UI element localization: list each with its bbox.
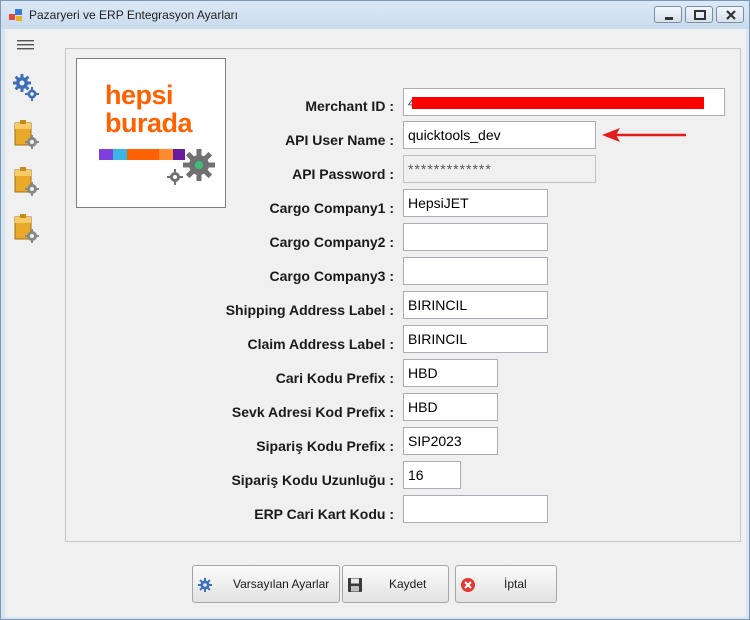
maximize-button[interactable]: [685, 6, 713, 23]
api-user-name-field[interactable]: quicktools_dev: [403, 121, 596, 149]
erp-cari-kart-kodu-label: ERP Cari Kart Kodu :: [254, 506, 394, 522]
defaults-button-label: Varsayılan Ayarlar: [233, 577, 330, 591]
merchant-id-label: Merchant ID :: [305, 98, 394, 114]
folder-gear-icon[interactable]: [11, 213, 41, 245]
cari-kodu-prefix-field[interactable]: HBD: [403, 359, 498, 387]
settings-window: Pazaryeri ve ERP Entegrasyon Ayarları he…: [0, 0, 750, 620]
cargo-company3-label: Cargo Company3 :: [269, 268, 394, 284]
folder-gear-icon[interactable]: [11, 166, 41, 198]
cargo-company1-label: Cargo Company1 :: [269, 200, 394, 216]
save-button[interactable]: Kaydet: [342, 565, 449, 603]
close-icon: [726, 10, 736, 20]
app-icon: [9, 9, 22, 21]
cargo-company1-field[interactable]: HepsiJET: [403, 189, 548, 217]
close-button[interactable]: [716, 6, 744, 23]
cancel-icon: [461, 578, 475, 592]
logo-line1: hepsi: [105, 80, 174, 110]
gear-icon: [198, 578, 212, 592]
gears-icon[interactable]: [11, 72, 41, 104]
client-area: hepsi burada Merchant ID: API User Name…: [5, 29, 746, 617]
minimize-button[interactable]: [654, 6, 682, 23]
redaction-bar: [412, 97, 704, 109]
hepsiburada-logo: hepsi burada: [76, 58, 226, 208]
cargo-company3-field[interactable]: [403, 257, 548, 285]
floppy-disk-icon: [348, 578, 362, 592]
siparis-kodu-prefix-field[interactable]: SIP2023: [403, 427, 498, 455]
api-password-label: API Password :: [292, 166, 394, 182]
title-bar[interactable]: Pazaryeri ve ERP Entegrasyon Ayarları: [1, 1, 749, 29]
erp-cari-kart-kodu-field[interactable]: [403, 495, 548, 523]
window-title: Pazaryeri ve ERP Entegrasyon Ayarları: [29, 8, 238, 22]
maximize-icon: [694, 10, 706, 20]
siparis-kodu-prefix-label: Sipariş Kodu Prefix :: [256, 438, 394, 454]
cargo-company2-field[interactable]: [403, 223, 548, 251]
cancel-button-label: İptal: [504, 577, 527, 591]
siparis-kodu-uzunlugu-label: Sipariş Kodu Uzunluğu :: [231, 472, 394, 488]
cancel-button[interactable]: İptal: [455, 565, 557, 603]
siparis-kodu-uzunlugu-field[interactable]: 16: [403, 461, 461, 489]
shipping-address-label-label: Shipping Address Label :: [225, 302, 394, 318]
logo-stripe-gear-icon: [99, 149, 215, 185]
folder-gear-icon[interactable]: [11, 119, 41, 151]
sevk-adresi-kod-prefix-field[interactable]: HBD: [403, 393, 498, 421]
api-password-field[interactable]: *************: [403, 155, 596, 183]
annotation-arrow-icon: [602, 128, 686, 142]
shipping-address-label-field[interactable]: BIRINCIL: [403, 291, 548, 319]
cargo-company2-label: Cargo Company2 :: [269, 234, 394, 250]
logo-line2: burada: [105, 108, 193, 138]
cari-kodu-prefix-label: Cari Kodu Prefix :: [275, 370, 394, 386]
claim-address-label-label: Claim Address Label :: [247, 336, 394, 352]
merchant-id-field[interactable]: 4b6e0f9d-9d80-4b1a-9190-35bc-a6b9c8d4a6e…: [403, 88, 725, 116]
api-user-name-label: API User Name :: [285, 132, 394, 148]
sevk-adresi-kod-prefix-label: Sevk Adresi Kod Prefix :: [231, 404, 394, 420]
minimize-icon: [665, 17, 673, 20]
defaults-button[interactable]: Varsayılan Ayarlar: [192, 565, 340, 603]
save-button-label: Kaydet: [389, 577, 427, 591]
claim-address-label-field[interactable]: BIRINCIL: [403, 325, 548, 353]
hamburger-menu-icon[interactable]: [17, 38, 35, 52]
